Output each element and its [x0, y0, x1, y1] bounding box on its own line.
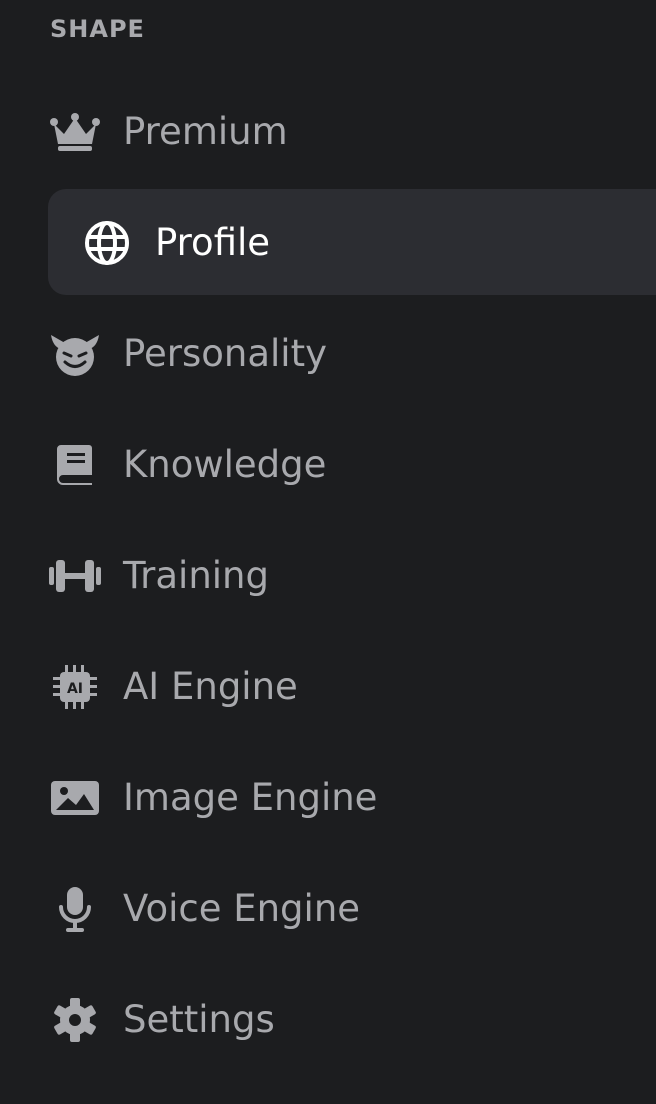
- dumbbell-icon: [48, 549, 102, 603]
- sidebar-item-label: AI Engine: [123, 664, 298, 708]
- sidebar-item-label: Profile: [155, 220, 271, 264]
- svg-text:AI: AI: [67, 681, 83, 697]
- sidebar-item-label: Voice Engine: [123, 886, 361, 930]
- gear-icon: [48, 993, 102, 1047]
- crown-icon: [48, 105, 102, 159]
- image-icon: [48, 771, 102, 825]
- devil-face-icon: [48, 327, 102, 381]
- sidebar-item-profile[interactable]: Profile: [0, 187, 656, 298]
- sidebar-item-image-engine[interactable]: Image Engine: [0, 742, 656, 853]
- section-label: SHAPE: [50, 15, 145, 43]
- sidebar-item-label: Knowledge: [123, 442, 327, 486]
- sidebar-item-label: Settings: [123, 997, 275, 1041]
- sidebar-item-label: Training: [123, 553, 269, 597]
- book-icon: [48, 438, 102, 492]
- sidebar-item-label: Image Engine: [123, 775, 378, 819]
- sidebar-item-label: Personality: [123, 331, 327, 375]
- sidebar-item-premium[interactable]: Premium: [0, 76, 656, 187]
- microphone-icon: [48, 882, 102, 936]
- globe-icon: [80, 216, 134, 270]
- sidebar-menu: Premium Profile Personality Knowledge Tr…: [0, 76, 656, 1075]
- sidebar-item-knowledge[interactable]: Knowledge: [0, 409, 656, 520]
- sidebar-item-label: Premium: [123, 109, 288, 153]
- sidebar-item-voice-engine[interactable]: Voice Engine: [0, 853, 656, 964]
- sidebar-item-personality[interactable]: Personality: [0, 298, 656, 409]
- active-highlight: [48, 189, 656, 295]
- ai-chip-icon: AI: [48, 660, 102, 714]
- sidebar: SHAPE Premium Profile Personality Knowle…: [0, 0, 656, 1104]
- sidebar-item-settings[interactable]: Settings: [0, 964, 656, 1075]
- sidebar-item-ai-engine[interactable]: AI AI Engine: [0, 631, 656, 742]
- sidebar-item-training[interactable]: Training: [0, 520, 656, 631]
